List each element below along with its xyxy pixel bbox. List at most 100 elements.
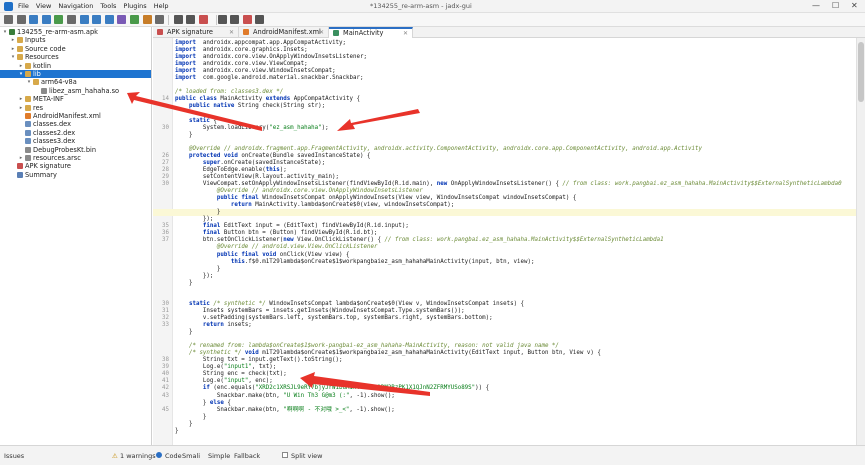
code-token: this (230, 258, 245, 265)
code-token: { (223, 399, 231, 406)
smali-view-label[interactable]: Smali (182, 452, 200, 460)
code-token: // from class: work.pangbai.ez_asm_hahah… (384, 237, 664, 244)
fallback-view-label[interactable]: Fallback (234, 452, 260, 460)
tree-item[interactable]: libez_asm_hahaha.so (0, 87, 151, 95)
code-token: /* loaded from: classes3.dex */ (175, 89, 284, 96)
warning-icon: ⚠ (112, 452, 118, 460)
menu-tools[interactable]: Tools (100, 2, 116, 10)
scrollbar-thumb[interactable] (858, 42, 864, 102)
tree-item[interactable]: ▾ Resources (0, 53, 151, 61)
vertical-scrollbar[interactable] (856, 38, 865, 445)
tree-item[interactable]: Summary (0, 171, 151, 179)
maximize-button[interactable]: ☐ (832, 1, 839, 10)
editor-tab[interactable]: MainActivity ✕ (329, 27, 413, 38)
simple-view-label[interactable]: Simple (208, 452, 230, 460)
tree-item[interactable]: ▸ resources.arsc (0, 154, 151, 162)
split-view-checkbox[interactable] (282, 452, 288, 458)
tree-item[interactable]: classes3.dex (0, 137, 151, 145)
code-token: , -1).show(); (349, 406, 395, 413)
code-text: import androidx.core.graphics.Insets; (175, 47, 308, 54)
collapsed-icon[interactable]: ▸ (18, 104, 24, 112)
editor-tab[interactable]: AndroidManifest.xml ✕ (239, 27, 329, 38)
tree-item[interactable]: ▾ lib (0, 70, 151, 78)
tree-item[interactable]: APK signature (0, 162, 151, 170)
zoom-out-icon[interactable] (230, 15, 240, 24)
minimize-button[interactable]: — (812, 1, 820, 10)
flatten-packages-icon[interactable] (67, 15, 76, 24)
code-text: final Button btn = (Button) findViewById… (175, 230, 378, 237)
log-viewer-icon[interactable] (155, 15, 165, 24)
expanded-icon[interactable]: ▾ (2, 28, 8, 36)
menu-file[interactable]: File (18, 2, 29, 10)
code-editor[interactable]: import androidx.appcompat.app.AppCompatA… (153, 38, 856, 445)
expanded-icon[interactable]: ▾ (10, 53, 16, 61)
xml-file-icon (25, 113, 31, 119)
line-number: 41 (162, 378, 169, 385)
close-button[interactable]: ✕ (851, 1, 858, 10)
tree-item[interactable]: ▸ res (0, 104, 151, 112)
menu-navigation[interactable]: Navigation (58, 2, 93, 10)
tree-item[interactable]: DebugProbesKt.bin (0, 146, 151, 154)
tree-item[interactable]: AndroidManifest.xml (0, 112, 151, 120)
debug-icon[interactable] (242, 15, 252, 24)
warnings-count[interactable]: 1 warnings (120, 452, 156, 460)
search-icon[interactable] (79, 15, 89, 24)
decompile-all-icon[interactable] (142, 15, 152, 24)
tree-item[interactable]: ▸ Source code (0, 45, 151, 53)
code-view-radio[interactable] (156, 452, 162, 458)
code-text: Snackbar.make(btn, "U Win Th3 G@m3 (:", … (175, 393, 395, 400)
code-token: "XRD2c1XRSJL9eRY7bjyJrW1buRInTYJvYm1DM2R… (255, 385, 476, 392)
export-icon[interactable] (41, 15, 51, 24)
window-title: *134255_re-arm-asm - jadx-gui (370, 2, 472, 10)
tree-item-label: AndroidManifest.xml (33, 112, 101, 120)
tree-item-label: classes.dex (33, 120, 71, 129)
title-bar: File View Navigation Tools Plugins Help … (0, 0, 865, 13)
forward-icon[interactable] (186, 15, 196, 24)
collapsed-icon[interactable]: ▸ (10, 45, 16, 53)
tree-item[interactable]: classes2.dex (0, 129, 151, 137)
binary-file-icon (25, 146, 31, 153)
line-number: 28 (162, 166, 169, 173)
menu-view[interactable]: View (36, 2, 51, 10)
tree-item[interactable]: classes.dex (0, 120, 151, 129)
expanded-icon[interactable]: ▾ (26, 78, 32, 86)
split-view-label[interactable]: Split view (291, 452, 322, 460)
open-file-icon[interactable] (4, 15, 13, 24)
menu-help[interactable]: Help (154, 2, 169, 10)
deobfuscation-icon[interactable] (117, 15, 127, 24)
code-line: } (153, 266, 856, 273)
tree-item[interactable]: ▾ 134255_re-arm-asm.apk (0, 28, 151, 36)
collapsed-icon[interactable]: ▸ (18, 95, 24, 103)
editor-tab[interactable]: APK signature ✕ (153, 27, 239, 38)
tree-item[interactable]: ▸ Inputs (0, 36, 151, 44)
find-usage-icon[interactable] (104, 15, 114, 24)
menu-plugins[interactable]: Plugins (123, 2, 146, 10)
tree-item[interactable]: ▸ kotlin (0, 62, 151, 70)
code-token: String check(String str); (234, 103, 326, 110)
collapsed-icon[interactable]: ▸ (10, 36, 16, 44)
find-class-icon[interactable] (92, 15, 102, 24)
zoom-in-icon[interactable] (217, 15, 227, 24)
code-line: }); (153, 216, 856, 223)
code-token: WindowInsetsCompat lambda$onCreate$0(Vie… (265, 300, 525, 307)
add-file-icon[interactable] (16, 15, 26, 24)
sync-icon[interactable] (54, 15, 64, 24)
expanded-icon[interactable]: ▾ (18, 70, 24, 78)
code-token: static (188, 117, 210, 124)
code-view-label[interactable]: Code (165, 452, 182, 460)
save-all-icon[interactable] (29, 15, 39, 24)
code-line: public native String check(String str); (153, 103, 856, 110)
back-icon[interactable] (173, 15, 183, 24)
close-tab-icon[interactable]: ✕ (319, 27, 324, 38)
tree-item[interactable]: ▾ arm64-v8a (0, 78, 151, 86)
collapsed-icon[interactable]: ▸ (18, 154, 24, 162)
issues-label[interactable]: Issues (4, 452, 24, 460)
close-tab-icon[interactable]: ✕ (403, 29, 408, 38)
settings-icon[interactable] (255, 15, 265, 24)
code-token: v.setPadding(systemBars.left, systemBars… (175, 314, 493, 321)
tree-item[interactable]: ▸ META-INF (0, 95, 151, 103)
auto-sync-icon[interactable] (130, 15, 139, 24)
close-tab-icon[interactable]: ✕ (229, 27, 234, 38)
collapsed-icon[interactable]: ▸ (18, 62, 24, 70)
quark-icon[interactable] (199, 15, 208, 24)
